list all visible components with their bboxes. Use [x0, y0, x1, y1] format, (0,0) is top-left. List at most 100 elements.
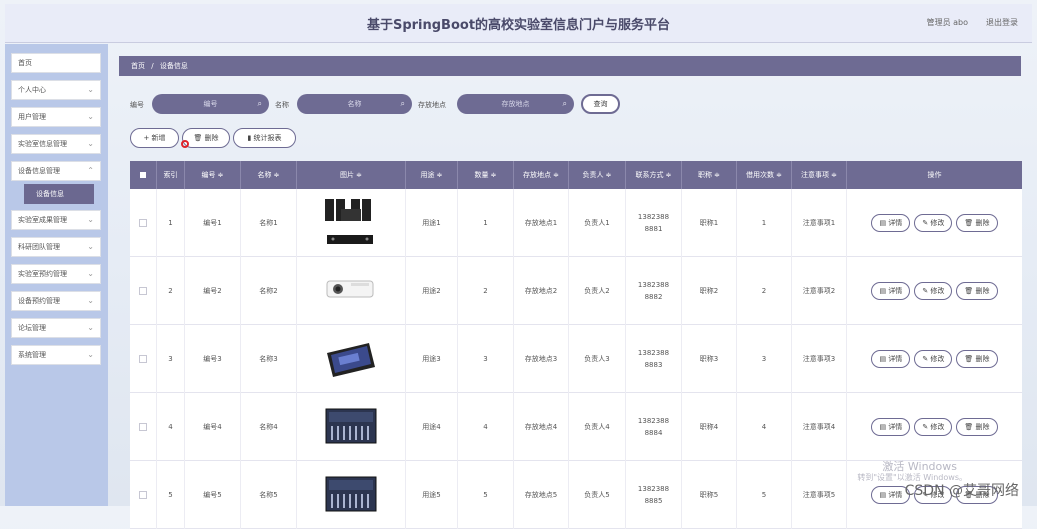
doc-icon: ▤	[879, 423, 887, 431]
search-loc-label: 存放地点	[418, 101, 446, 109]
col-actions: 操作	[927, 171, 942, 179]
cell-use: 用途2	[406, 257, 458, 325]
sidebar: 首页 个人中心 ⌄ 用户管理 ⌄ 实验室信息管理 ⌄ 设备信息管理 ⌃ 设备信息 实验室…	[5, 44, 108, 506]
col-qty[interactable]: 数量 ≑	[458, 161, 514, 189]
sidebar-item-forum[interactable]: 论坛管理 ⌄	[11, 318, 101, 338]
report-button[interactable]: ▮ 统计报表	[233, 128, 296, 148]
col-owner[interactable]: 负责人 ≑	[569, 161, 626, 189]
sidebar-item-system[interactable]: 系统管理 ⌄	[11, 345, 101, 365]
cell-note: 注意事项1	[792, 189, 847, 257]
delete-row-button[interactable]: 🗑 删除	[956, 350, 998, 368]
chevron-down-icon: ⌄	[87, 112, 94, 121]
edit-button[interactable]: ✎ 修改	[914, 214, 953, 232]
cell-title: 职称3	[682, 325, 737, 393]
col-title[interactable]: 职称 ≑	[682, 161, 737, 189]
delete-button-label: 删除	[204, 134, 219, 142]
cell-phone: 13823888882	[626, 257, 682, 325]
detail-button-label: 详情	[888, 491, 903, 499]
trash-icon: 🗑	[964, 355, 974, 363]
edit-button[interactable]: ✎ 修改	[914, 418, 953, 436]
cell-no: 编号2	[185, 257, 241, 325]
cell-loc: 存放地点3	[514, 325, 569, 393]
chevron-down-icon: ⌄	[87, 85, 94, 94]
sidebar-item-users[interactable]: 用户管理 ⌄	[11, 107, 101, 127]
search-loc-input[interactable]: 存放地点 ⌕	[457, 94, 574, 114]
device-image	[297, 325, 406, 393]
pencil-icon: ✎	[922, 287, 929, 295]
cell-borrow: 3	[737, 325, 792, 393]
col-borrow[interactable]: 借用次数 ≑	[737, 161, 792, 189]
edit-button-label: 修改	[930, 219, 945, 227]
breadcrumb-current: 设备信息	[159, 62, 188, 70]
col-no[interactable]: 编号 ≑	[185, 161, 241, 189]
detail-button[interactable]: ▤ 详情	[871, 282, 911, 300]
cell-qty: 3	[458, 325, 514, 393]
sidebar-subitem-device-info[interactable]: 设备信息	[24, 184, 94, 204]
edit-button[interactable]: ✎ 修改	[914, 350, 953, 368]
sidebar-item-label: 设备预约管理	[18, 297, 60, 305]
row-checkbox[interactable]	[130, 393, 157, 461]
search-icon: ⌕	[400, 99, 405, 108]
search-no-input[interactable]: 编号 ⌕	[152, 94, 269, 114]
chevron-down-icon: ⌄	[87, 269, 94, 278]
sidebar-item-lab-info[interactable]: 实验室信息管理 ⌄	[11, 134, 101, 154]
col-image[interactable]: 图片 ≑	[297, 161, 406, 189]
trash-icon: 🗑	[964, 423, 974, 431]
sidebar-item-home[interactable]: 首页	[11, 53, 101, 73]
query-button[interactable]: 查询	[581, 94, 620, 114]
cell-phone: 13823888884	[626, 393, 682, 461]
chevron-down-icon: ⌄	[87, 215, 94, 224]
cell-phone: 13823888885	[626, 461, 682, 529]
delete-row-button[interactable]: 🗑 删除	[956, 214, 998, 232]
logout-link[interactable]: 退出登录	[986, 17, 1018, 28]
sidebar-item-device-booking[interactable]: 设备预约管理 ⌄	[11, 291, 101, 311]
cell-name: 名称1	[241, 189, 297, 257]
delete-row-button[interactable]: 🗑 删除	[956, 282, 998, 300]
cell-qty: 4	[458, 393, 514, 461]
col-phone[interactable]: 联系方式 ≑	[626, 161, 682, 189]
add-button[interactable]: + 新增	[130, 128, 179, 148]
edit-button[interactable]: ✎ 修改	[914, 282, 953, 300]
delete-row-button[interactable]: 🗑 删除	[956, 418, 998, 436]
select-all-checkbox[interactable]	[130, 161, 157, 189]
cell-loc: 存放地点2	[514, 257, 569, 325]
table-row: 1 编号1 名称1 用途1 1 存放地点1 负责人1 13823888881 职称1 1 注意事项1…	[130, 189, 1022, 257]
sidebar-item-device-info[interactable]: 设备信息管理 ⌃	[11, 161, 101, 181]
search-name-input[interactable]: 名称 ⌕	[297, 94, 412, 114]
breadcrumb-home[interactable]: 首页	[131, 62, 145, 70]
sidebar-item-label: 论坛管理	[18, 324, 46, 332]
detail-button[interactable]: ▤ 详情	[871, 214, 911, 232]
chevron-down-icon: ⌄	[87, 350, 94, 359]
row-checkbox[interactable]	[130, 461, 157, 529]
row-checkbox[interactable]	[130, 257, 157, 325]
cell-owner: 负责人4	[569, 393, 626, 461]
breadcrumb: 首页 / 设备信息	[119, 56, 1021, 76]
chevron-down-icon: ⌄	[87, 296, 94, 305]
cell-note: 注意事项4	[792, 393, 847, 461]
cell-use: 用途4	[406, 393, 458, 461]
col-location[interactable]: 存放地点 ≑	[514, 161, 569, 189]
detail-button[interactable]: ▤ 详情	[871, 350, 911, 368]
cell-owner: 负责人5	[569, 461, 626, 529]
col-note[interactable]: 注意事项 ≑	[792, 161, 847, 189]
table-row: 3 编号3 名称3 用途3 3 存放地点3 负责人3 13823888883 职称3 3 注意事项3…	[130, 325, 1022, 393]
sidebar-item-profile[interactable]: 个人中心 ⌄	[11, 80, 101, 100]
row-checkbox[interactable]	[130, 189, 157, 257]
chevron-down-icon: ⌄	[87, 323, 94, 332]
doc-icon: ▤	[879, 355, 887, 363]
cell-no: 编号1	[185, 189, 241, 257]
cell-use: 用途5	[406, 461, 458, 529]
chevron-down-icon: ⌄	[87, 242, 94, 251]
delete-button[interactable]: 🗑 删除	[182, 128, 230, 148]
sidebar-item-label: 实验室预约管理	[18, 270, 67, 278]
detail-button[interactable]: ▤ 详情	[871, 418, 911, 436]
sidebar-item-lab-booking[interactable]: 实验室预约管理 ⌄	[11, 264, 101, 284]
col-use[interactable]: 用途 ≑	[406, 161, 458, 189]
sidebar-item-lab-results[interactable]: 实验室成果管理 ⌄	[11, 210, 101, 230]
cell-note: 注意事项3	[792, 325, 847, 393]
sidebar-item-research-team[interactable]: 科研团队管理 ⌄	[11, 237, 101, 257]
cell-qty: 2	[458, 257, 514, 325]
col-name[interactable]: 名称 ≑	[241, 161, 297, 189]
top-bar: 基于SpringBoot的高校实验室信息门户与服务平台 管理员 abo 退出登录	[5, 4, 1032, 43]
row-checkbox[interactable]	[130, 325, 157, 393]
